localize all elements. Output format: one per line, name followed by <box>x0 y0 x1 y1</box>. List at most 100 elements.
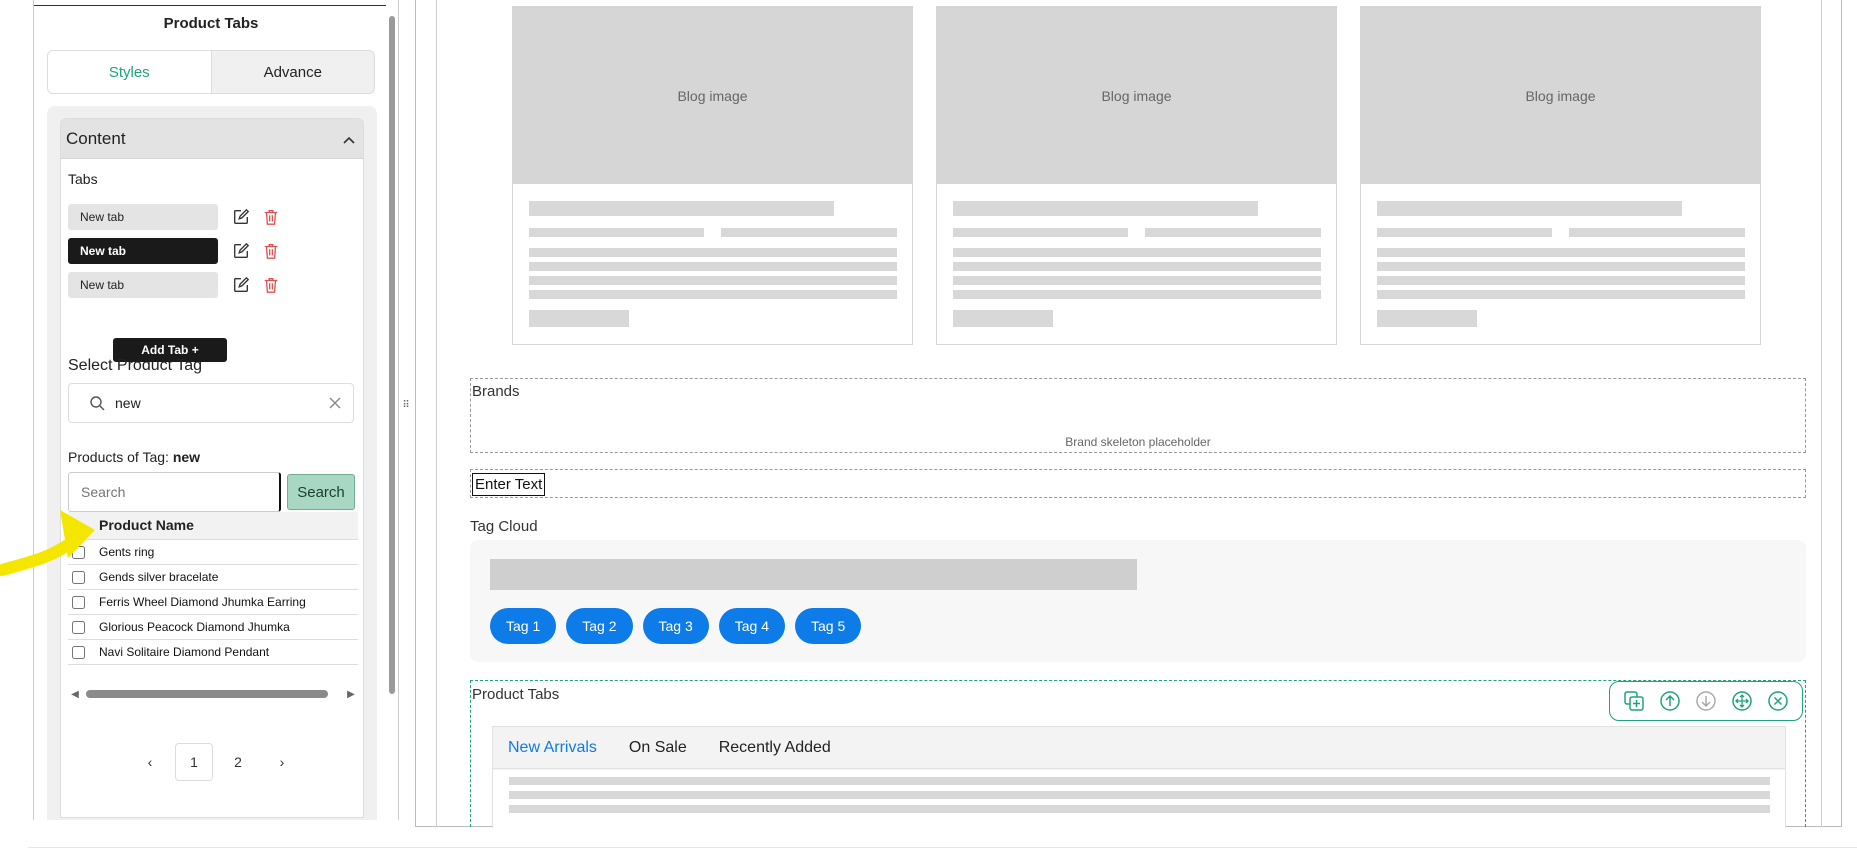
brands-title: Brands <box>472 383 520 400</box>
content-section: Content Tabs New tab New tab New tab Add… <box>60 118 364 818</box>
skeleton-line <box>529 228 704 237</box>
close-icon[interactable] <box>1766 689 1790 713</box>
tab-recently-added[interactable]: Recently Added <box>719 739 831 757</box>
mode-tabs: Styles Advance <box>47 50 375 94</box>
panel-title: Product Tabs <box>163 15 259 32</box>
blog-image-placeholder: Blog image <box>1361 7 1760 184</box>
skeleton-line <box>529 290 897 299</box>
brands-block[interactable]: Brands Brand skeleton placeholder <box>470 378 1806 453</box>
tab-styles[interactable]: Styles <box>48 51 211 93</box>
skeleton-line <box>1145 228 1321 237</box>
text-block[interactable]: Enter Text <box>470 469 1806 498</box>
panel-body: Content Tabs New tab New tab New tab Add… <box>47 106 377 820</box>
move-down-icon[interactable] <box>1694 689 1718 713</box>
tag-pill[interactable]: Tag 1 <box>490 608 557 644</box>
skeleton-button <box>529 310 629 327</box>
products-of-tag-prefix: Products of Tag: <box>68 449 169 465</box>
skeleton-line <box>529 201 834 216</box>
panel-vertical-scrollbar[interactable] <box>389 16 395 694</box>
blog-card: Blog image <box>512 6 913 345</box>
scrollbar-thumb[interactable] <box>86 690 328 698</box>
tab-row: New tab <box>68 204 358 230</box>
tag-pill[interactable]: Tag 4 <box>718 608 785 644</box>
table-row: Navi Solitaire Diamond Pendant <box>68 639 358 665</box>
product-search-row: Search <box>68 472 358 512</box>
duplicate-icon[interactable] <box>1622 689 1646 713</box>
table-row: Ferris Wheel Diamond Jhumka Earring <box>68 589 358 615</box>
product-name-cell: Gends silver bracelate <box>96 564 358 590</box>
tab-item[interactable]: New tab <box>68 204 218 230</box>
tag-cloud-block[interactable]: Tag 1 Tag 2 Tag 3 Tag 4 Tag 5 <box>470 540 1806 662</box>
skeleton-line <box>953 228 1128 237</box>
scrollbar-track[interactable] <box>82 690 344 698</box>
tab-item[interactable]: New tab <box>68 272 218 298</box>
trash-icon[interactable] <box>258 204 284 230</box>
table-row: Gends silver bracelate <box>68 564 358 590</box>
chevron-up-icon[interactable] <box>343 131 355 147</box>
tab-advance[interactable]: Advance <box>210 51 374 93</box>
next-page-button[interactable]: › <box>263 743 301 781</box>
product-name-cell: Ferris Wheel Diamond Jhumka Earring <box>96 589 358 615</box>
text-block-content[interactable]: Enter Text <box>472 473 546 496</box>
blog-image-placeholder: Blog image <box>937 7 1336 184</box>
table-horizontal-scrollbar[interactable]: ◀ ▶ <box>68 687 358 701</box>
row-checkbox[interactable] <box>72 620 85 634</box>
skeleton-line <box>1377 201 1682 216</box>
table-header-row: Product Name <box>68 512 358 540</box>
tag-pill[interactable]: Tag 5 <box>795 608 862 644</box>
tab-on-sale[interactable]: On Sale <box>629 739 687 757</box>
clear-icon[interactable] <box>327 395 343 411</box>
skeleton-line <box>529 276 897 285</box>
edit-icon[interactable] <box>228 238 254 264</box>
product-tag-select-value: new <box>115 395 141 411</box>
panel-top-divider <box>34 5 386 6</box>
skeleton-line <box>1377 248 1745 257</box>
row-checkbox[interactable] <box>72 595 85 609</box>
page-button-2[interactable]: 2 <box>219 743 257 781</box>
table-row: Gents ring <box>68 539 358 565</box>
annotation-arrow-icon <box>0 510 95 576</box>
skeleton-line <box>1377 276 1745 285</box>
skeleton-button <box>953 310 1053 327</box>
skeleton-line <box>953 276 1321 285</box>
page-button-1[interactable]: 1 <box>175 743 213 781</box>
skeleton-line <box>953 248 1321 257</box>
prev-page-button[interactable]: ‹ <box>131 743 169 781</box>
move-up-icon[interactable] <box>1658 689 1682 713</box>
blog-card: Blog image <box>936 6 1337 345</box>
scroll-left-icon[interactable]: ◀ <box>68 689 82 700</box>
tag-pill[interactable]: Tag 2 <box>566 608 633 644</box>
row-checkbox[interactable] <box>72 645 85 659</box>
edit-icon[interactable] <box>228 272 254 298</box>
table-row: Glorious Peacock Diamond Jhumka <box>68 614 358 640</box>
blog-image-placeholder: Blog image <box>513 7 912 184</box>
panel-resize-handle[interactable]: ⠿ <box>402 398 410 412</box>
skeleton-line <box>721 228 897 237</box>
tab-new-arrivals[interactable]: New Arrivals <box>508 739 597 757</box>
product-tabs-nav: New Arrivals On Sale Recently Added <box>493 727 1785 769</box>
product-tabs-widget: New Arrivals On Sale Recently Added <box>492 726 1786 830</box>
search-button[interactable]: Search <box>287 474 355 510</box>
select-product-tag-label: Select Product Tag <box>68 357 203 374</box>
tabs-label: Tabs <box>68 171 98 187</box>
brands-placeholder: Brand skeleton placeholder <box>1065 435 1211 449</box>
block-toolbar <box>1609 681 1803 721</box>
tag-pill[interactable]: Tag 3 <box>642 608 709 644</box>
skeleton-line <box>509 777 1770 785</box>
trash-icon[interactable] <box>258 272 284 298</box>
content-section-header[interactable]: Content <box>61 119 363 159</box>
drag-move-icon[interactable] <box>1730 689 1754 713</box>
product-name-cell: Gents ring <box>96 539 358 565</box>
skeleton-line <box>953 201 1258 216</box>
tag-cloud-title: Tag Cloud <box>470 518 538 535</box>
product-tag-select[interactable]: new <box>68 383 354 423</box>
product-tabs-block[interactable]: Product Tabs New Arrivals On Sale Recent… <box>470 680 1806 830</box>
skeleton-line <box>509 791 1770 799</box>
pagination: ‹ 1 2 › <box>131 743 307 781</box>
search-icon <box>90 396 105 411</box>
skeleton-line <box>953 290 1321 299</box>
edit-icon[interactable] <box>228 204 254 230</box>
scroll-right-icon[interactable]: ▶ <box>344 689 358 700</box>
tab-item-active[interactable]: New tab <box>68 238 218 264</box>
trash-icon[interactable] <box>258 238 284 264</box>
